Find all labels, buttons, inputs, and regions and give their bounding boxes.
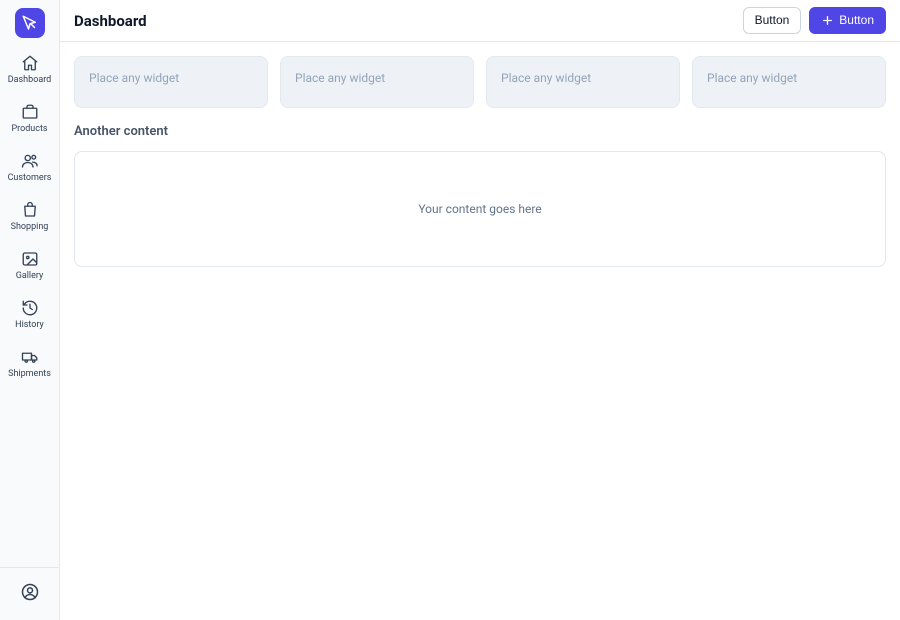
sidebar-item-dashboard[interactable]: Dashboard xyxy=(0,52,59,87)
shopping-bag-icon xyxy=(21,201,39,219)
section-title: Another content xyxy=(74,124,886,139)
pointer-icon xyxy=(21,14,39,32)
sidebar-item-products[interactable]: Products xyxy=(0,101,59,136)
sidebar: Dashboard Products Customers Shopping Ga… xyxy=(0,0,60,620)
header-actions: Button Button xyxy=(743,7,886,33)
sidebar-item-shopping[interactable]: Shopping xyxy=(0,199,59,234)
widget-slot[interactable]: Place any widget xyxy=(486,56,680,108)
app-logo[interactable] xyxy=(15,8,45,38)
widget-placeholder: Place any widget xyxy=(295,71,385,85)
sidebar-item-shipments[interactable]: Shipments xyxy=(0,346,59,381)
content-box: Your content goes here xyxy=(74,151,886,267)
user-circle-icon xyxy=(20,582,40,602)
sidebar-item-label: Gallery xyxy=(16,271,44,281)
secondary-button[interactable]: Button xyxy=(743,7,802,33)
sidebar-item-label: Products xyxy=(11,124,47,134)
main: Dashboard Button Button Place any widget… xyxy=(60,0,900,620)
user-menu-button[interactable] xyxy=(20,582,40,606)
content-area: Place any widget Place any widget Place … xyxy=(60,42,900,281)
sidebar-item-label: History xyxy=(15,320,44,330)
page-title: Dashboard xyxy=(74,12,147,30)
widget-slot[interactable]: Place any widget xyxy=(280,56,474,108)
header: Dashboard Button Button xyxy=(60,0,900,42)
sidebar-footer xyxy=(0,567,59,620)
home-icon xyxy=(21,54,39,72)
sidebar-item-customers[interactable]: Customers xyxy=(0,150,59,185)
widget-placeholder: Place any widget xyxy=(501,71,591,85)
users-icon xyxy=(21,152,39,170)
sidebar-item-label: Shopping xyxy=(11,222,49,232)
history-icon xyxy=(21,299,39,317)
primary-button[interactable]: Button xyxy=(809,7,886,33)
package-icon xyxy=(21,103,39,121)
widget-placeholder: Place any widget xyxy=(707,71,797,85)
image-icon xyxy=(21,250,39,268)
widget-slot[interactable]: Place any widget xyxy=(74,56,268,108)
widget-slot[interactable]: Place any widget xyxy=(692,56,886,108)
sidebar-item-label: Dashboard xyxy=(8,75,52,85)
plus-icon xyxy=(821,14,834,27)
primary-button-label: Button xyxy=(839,13,874,27)
sidebar-item-label: Customers xyxy=(8,173,52,183)
content-box-text: Your content goes here xyxy=(418,202,541,216)
widgets-row: Place any widget Place any widget Place … xyxy=(74,56,886,108)
sidebar-item-gallery[interactable]: Gallery xyxy=(0,248,59,283)
truck-icon xyxy=(21,348,39,366)
sidebar-item-history[interactable]: History xyxy=(0,297,59,332)
sidebar-item-label: Shipments xyxy=(8,369,51,379)
widget-placeholder: Place any widget xyxy=(89,71,179,85)
sidebar-nav: Dashboard Products Customers Shopping Ga… xyxy=(0,52,59,567)
secondary-button-label: Button xyxy=(755,13,790,27)
